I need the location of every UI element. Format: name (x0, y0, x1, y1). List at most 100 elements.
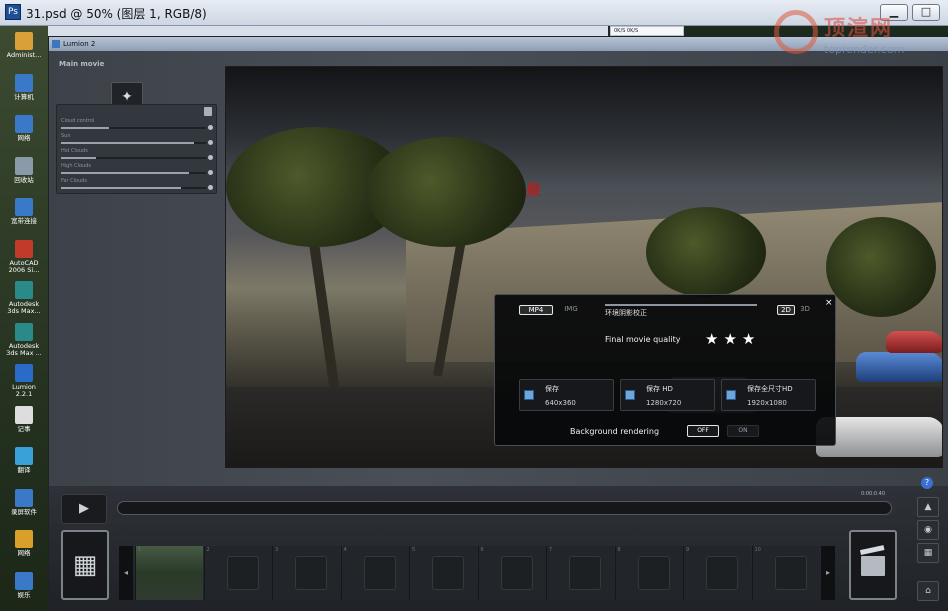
background-on-button[interactable]: ON (727, 425, 759, 437)
effect-slider-row: High Clouds (61, 163, 213, 179)
clip-slot[interactable]: 5 (409, 546, 477, 600)
desktop-icon[interactable]: Administ... (4, 30, 44, 70)
empty-clip-icon (500, 556, 533, 590)
desktop-icon[interactable]: Autodesk 3ds Max ... (4, 321, 44, 361)
clip-slot[interactable]: 10 (751, 546, 820, 600)
effect-slider-fill (61, 127, 109, 129)
desktop-icon-label: 网络 (17, 549, 31, 557)
clip-slot[interactable]: 4 (340, 546, 409, 600)
desktop-icon[interactable]: 计算机 (4, 72, 44, 112)
clip-slot-number: 2 (206, 547, 210, 553)
next-clip-button[interactable]: ▸ (821, 546, 835, 600)
format-tab-img[interactable]: IMG (559, 305, 583, 315)
desktop-icon[interactable]: 回收站 (4, 155, 44, 195)
save-option-button[interactable]: 保存全尺寸HD 1920x1080 (721, 379, 816, 411)
section-title: Main movie (59, 60, 105, 68)
clip-slot[interactable]: 6 (477, 546, 546, 600)
mode-2d-button[interactable]: 2D (777, 305, 795, 315)
save-icon (726, 390, 736, 400)
clip-strip: ▦ ◂ ▸ 1 2 3 4 5 6 7 8 9 10 (61, 530, 907, 602)
effect-settings-icon[interactable] (208, 125, 213, 130)
broadband-icon (15, 198, 33, 216)
effect-slider-track[interactable] (61, 157, 206, 159)
render-progress-bar (605, 304, 757, 306)
3dsmax-icon (15, 322, 33, 341)
save-icon (625, 390, 635, 400)
prev-clip-button[interactable]: ◂ (119, 546, 133, 600)
computer-icon (15, 73, 33, 92)
photoshop-icon: Ps (5, 4, 21, 20)
close-icon[interactable]: × (825, 298, 833, 308)
desktop-icon[interactable]: 网络 (4, 528, 44, 568)
desktop-icon[interactable]: 宽带连接 (4, 196, 44, 236)
desktop-icon-label: 回收站 (14, 175, 34, 184)
effect-settings-icon[interactable] (208, 185, 213, 190)
desktop-icon-label: Lumion 2.2.1 (12, 383, 36, 398)
desktop-icon[interactable]: 记事 (4, 404, 44, 444)
camera-icon: ◉ (924, 525, 932, 535)
network-icon (15, 115, 33, 133)
clip-slot[interactable]: 7 (546, 546, 614, 600)
effect-slider-track[interactable] (61, 127, 206, 129)
effects-panel: Cloud control Sun Hid Clouds High Clouds Far… (56, 104, 217, 194)
effect-slider-fill (61, 187, 182, 189)
recycle-bin-icon (15, 156, 33, 175)
clip-slot[interactable]: 9 (683, 546, 751, 600)
desktop-icon-label: Autodesk 3ds Max... (7, 300, 41, 315)
film-strip-button[interactable]: ▦ (61, 530, 109, 600)
background-rendering-label: Background rendering (570, 427, 660, 436)
record-clip-button[interactable] (849, 530, 897, 600)
clip-slot[interactable]: 3 (272, 546, 340, 600)
clip-slot[interactable]: 2 (203, 546, 272, 600)
effect-slider-track[interactable] (61, 172, 206, 174)
3dsmax-icon (15, 281, 33, 299)
landscape-mode-button[interactable]: ▲ (917, 497, 939, 517)
clip-slot[interactable]: 1 (135, 546, 203, 600)
effect-slider-fill (61, 172, 189, 174)
desktop-icon[interactable]: 翻译 (4, 445, 44, 485)
mode-3d-button[interactable]: 3D (798, 305, 812, 315)
right-tool-panel: ? ▲ ◉ ▦ ⌂ (915, 475, 941, 611)
film-icon: ▦ (923, 548, 933, 558)
movie-mode-button[interactable]: ▦ (917, 543, 939, 563)
desktop-icon-label: 录屏软件 (11, 507, 37, 516)
desktop-icon[interactable]: 娱乐 (4, 570, 44, 610)
photoshop-tab-strip (48, 26, 608, 36)
desktop-icon[interactable]: Lumion 2.2.1 (4, 362, 44, 402)
effect-label: High Clouds (61, 163, 91, 169)
help-icon[interactable]: ? (921, 477, 933, 489)
desktop-icon-label: 网络 (17, 134, 31, 142)
clip-slot[interactable]: 8 (614, 546, 683, 600)
effect-slider-track[interactable] (61, 187, 206, 189)
effect-slider-track[interactable] (61, 142, 206, 144)
format-tab-mp4[interactable]: MP4 (519, 305, 553, 315)
translate-icon (15, 447, 33, 465)
play-button[interactable]: ▶ (61, 494, 107, 524)
save-icon (524, 390, 534, 400)
clip-slot-number: 5 (412, 547, 416, 553)
effect-settings-icon[interactable] (208, 170, 213, 175)
desktop-icon[interactable]: Autodesk 3ds Max... (4, 279, 44, 319)
save-option-resolution: 640x360 (545, 399, 576, 407)
home-icon: ⌂ (925, 586, 931, 596)
effect-settings-icon[interactable] (208, 140, 213, 145)
save-option-button[interactable]: 保存 HD 1280x720 (620, 379, 715, 411)
lumion-window: Lumion 2 Main movie ✦ Cloud control Sun Hi… (48, 36, 948, 611)
save-option-button[interactable]: 保存 640x360 (519, 379, 614, 411)
render-viewport[interactable]: 水之泉 MP4 IMG 环境阴影校正 2D 3D × Final movie q… (225, 66, 943, 468)
photo-mode-button[interactable]: ◉ (917, 520, 939, 540)
timeline-scrubber[interactable] (117, 501, 892, 515)
desktop-icon[interactable]: AutoCAD 2006 Si... (4, 238, 44, 278)
desktop-icon[interactable]: 网络 (4, 113, 44, 153)
home-button[interactable]: ⌂ (917, 581, 939, 601)
effect-settings-icon[interactable] (208, 155, 213, 160)
desktop-icon-label: 宽带连接 (11, 217, 37, 225)
desktop-icon[interactable]: 录屏软件 (4, 487, 44, 527)
quality-stars[interactable]: ★★★ (705, 330, 760, 348)
effect-slider-fill (61, 142, 195, 144)
trash-icon[interactable] (204, 107, 212, 116)
background-off-button[interactable]: OFF (687, 425, 719, 437)
clip-slot-number: 6 (480, 547, 484, 553)
notepad-icon (15, 405, 33, 424)
mountain-icon: ▲ (924, 502, 932, 512)
